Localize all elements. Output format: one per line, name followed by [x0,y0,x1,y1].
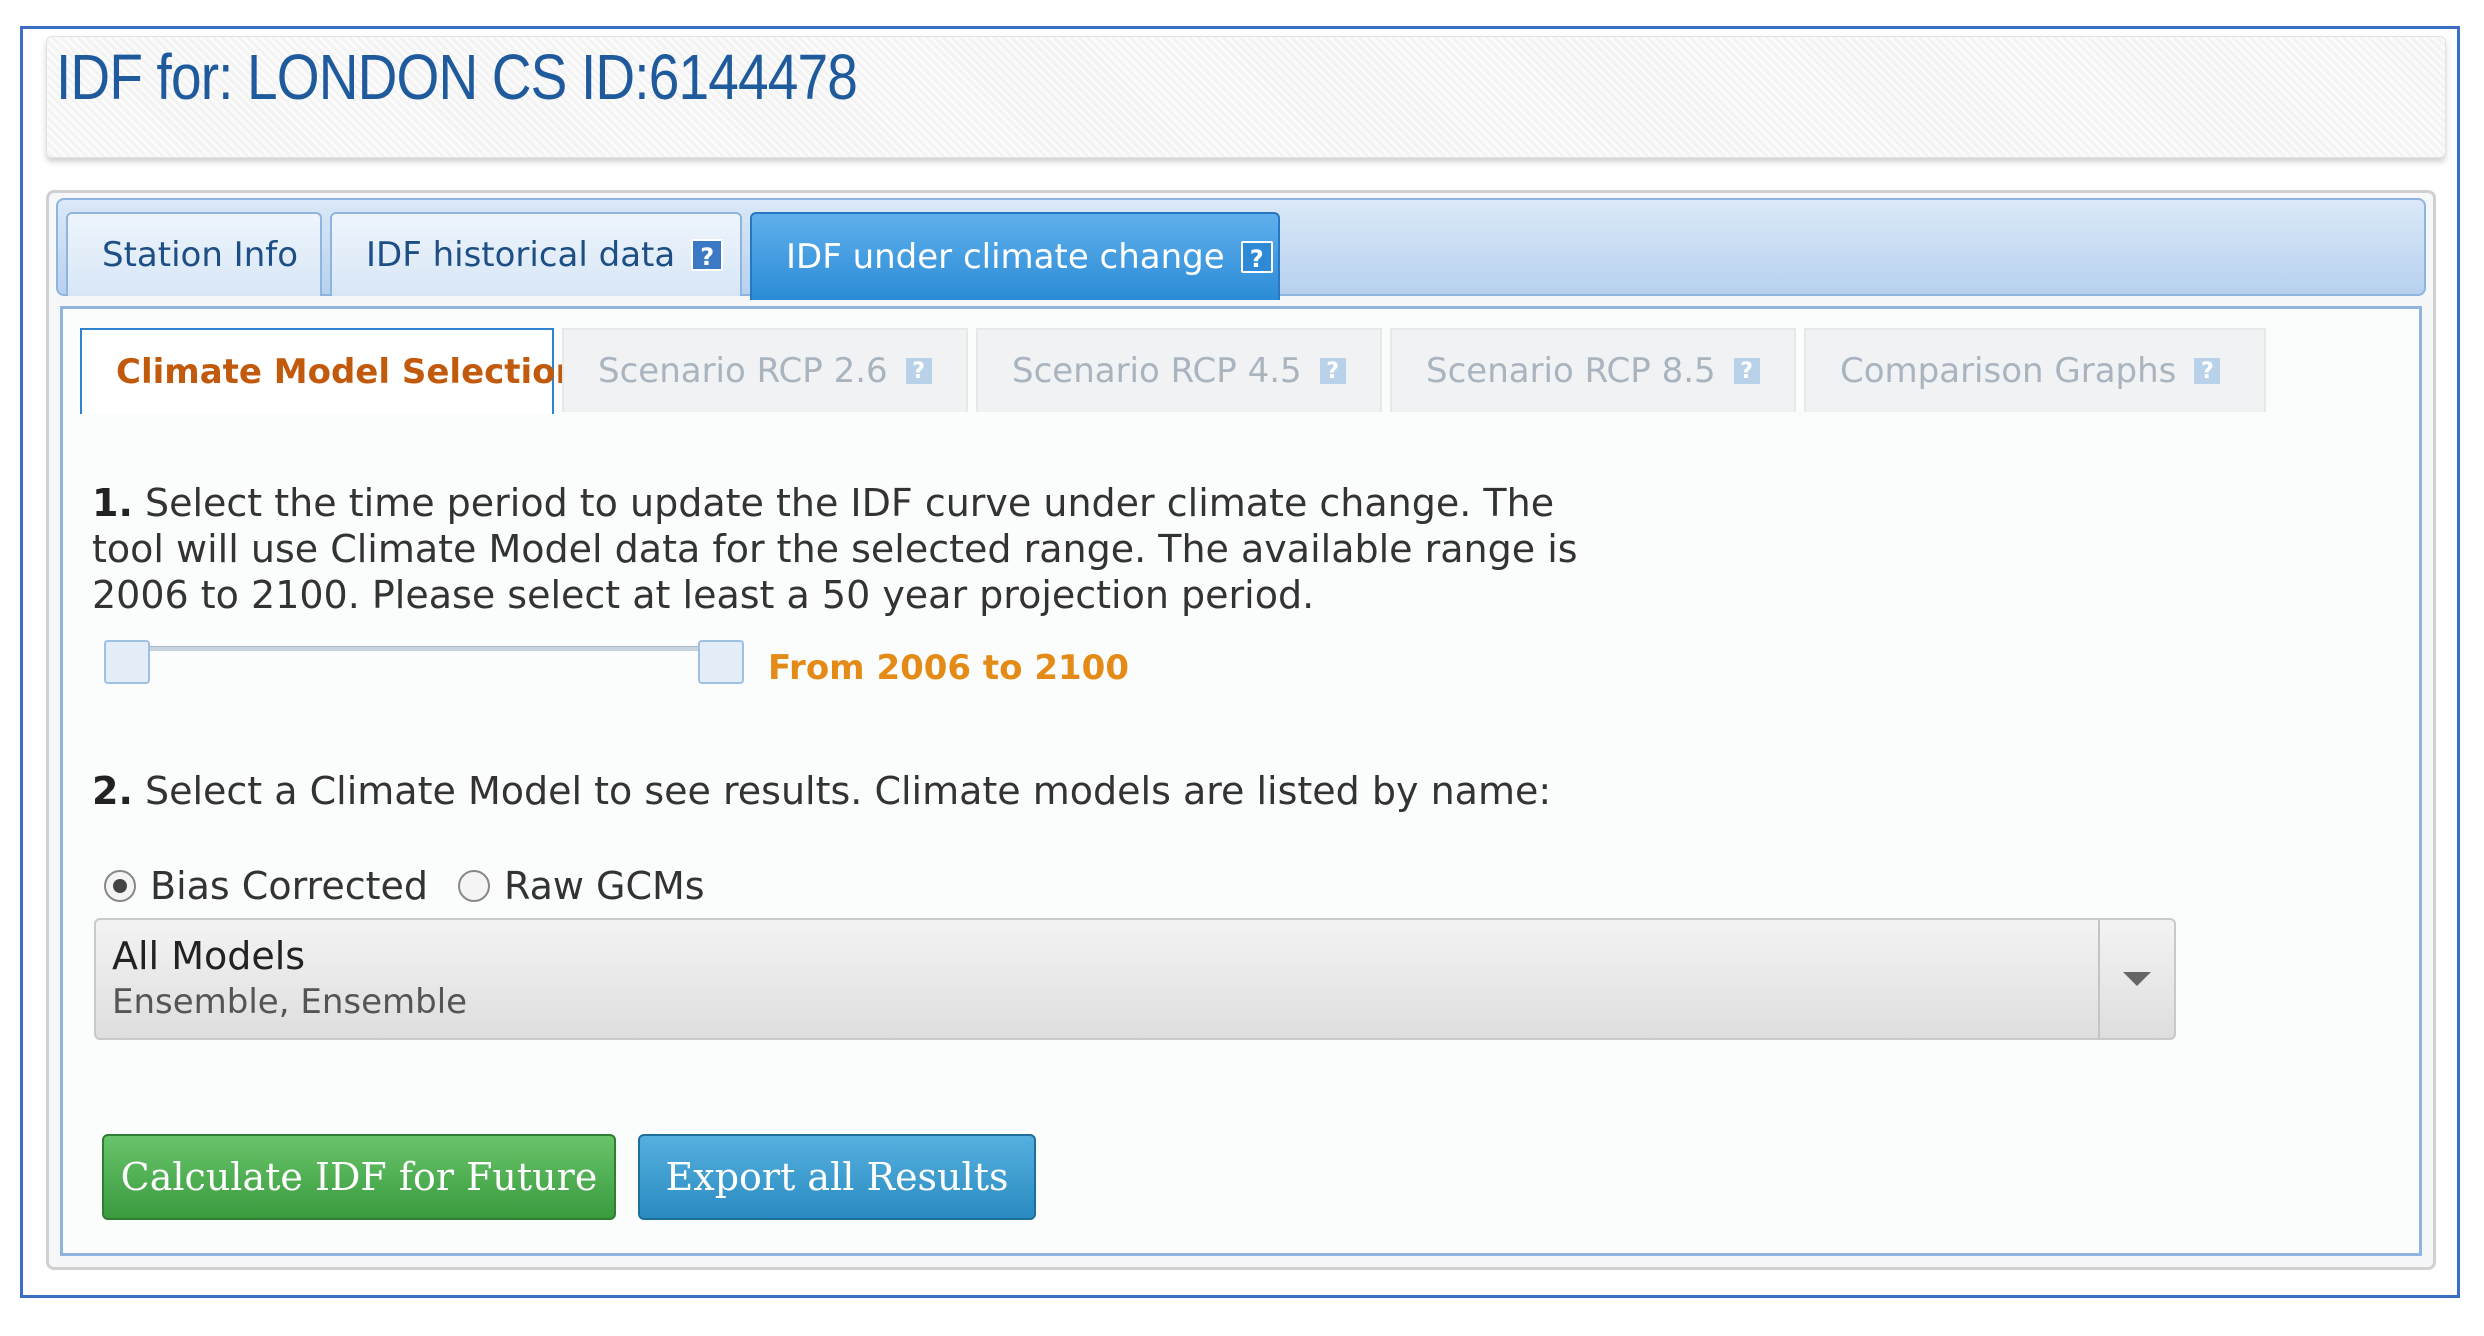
step1-number: 1. [92,481,133,525]
radio-raw-gcms[interactable] [458,870,490,902]
climate-model-select[interactable]: All Models Ensemble, Ensemble [94,918,2176,1040]
chevron-down-icon [2123,972,2151,986]
slider-handle-from[interactable] [104,640,150,684]
help-icon[interactable]: ? [691,239,724,271]
step1-line3: 2006 to 2100. Please select at least a 5… [92,573,1315,617]
tab-label: Comparison Graphs [1840,351,2177,391]
step1-line2: tool will use Climate Model data for the… [92,527,1578,571]
tab-scenario-rcp-2-6[interactable]: Scenario RCP 2.6 ? [562,328,968,412]
tab-idf-under-climate-change[interactable]: IDF under climate change ? [750,212,1280,300]
tab-label: Scenario RCP 2.6 [598,351,888,391]
radio-bias-corrected[interactable] [104,870,136,902]
help-icon[interactable]: ? [1240,241,1273,273]
export-results-button[interactable]: Export all Results [638,1134,1036,1220]
model-type-radio-group: Bias Corrected Raw GCMs [104,864,705,908]
help-icon[interactable]: ? [903,356,934,386]
tab-label: Climate Model Selection [116,352,580,392]
tab-label: Scenario RCP 4.5 [1012,351,1302,391]
step2-text: Select a Climate Model to see results. C… [132,769,1552,813]
tab-label: Station Info [102,235,299,275]
tab-climate-model-selection[interactable]: Climate Model Selection [80,328,580,414]
step1-text: Select the time period to update the IDF… [132,481,1555,525]
page-title: IDF for: LONDON CS ID:6144478 [56,41,858,113]
tab-scenario-rcp-4-5[interactable]: Scenario RCP 4.5 ? [976,328,1382,412]
help-icon[interactable]: ? [1317,356,1348,386]
tab-scenario-rcp-8-5[interactable]: Scenario RCP 8.5 ? [1390,328,1796,412]
help-icon[interactable]: ? [2192,356,2223,386]
tab-station-info[interactable]: Station Info [66,212,322,296]
year-range-slider-track[interactable] [124,646,720,651]
select-sub-text: Ensemble, Ensemble [112,982,468,1022]
radio-label-raw-gcms: Raw GCMs [504,864,705,908]
help-icon[interactable]: ? [1731,356,1762,386]
slider-handle-to[interactable] [698,640,744,684]
step1-line1: 1. Select the time period to update the … [92,480,1554,526]
tab-comparison-graphs[interactable]: Comparison Graphs ? [1804,328,2266,412]
step2-number: 2. [92,769,133,813]
select-main-text: All Models [112,934,306,978]
select-dropdown-toggle[interactable] [2098,920,2174,1038]
tab-idf-historical-data[interactable]: IDF historical data ? [330,212,742,296]
tab-label: IDF under climate change [786,237,1225,277]
range-label: From 2006 to 2100 [768,648,1129,688]
radio-label-bias-corrected: Bias Corrected [150,864,428,908]
tab-label: Scenario RCP 8.5 [1426,351,1716,391]
step2-line: 2. Select a Climate Model to see results… [92,768,1551,814]
calculate-idf-button[interactable]: Calculate IDF for Future [102,1134,616,1220]
tab-label: IDF historical data [366,235,676,275]
